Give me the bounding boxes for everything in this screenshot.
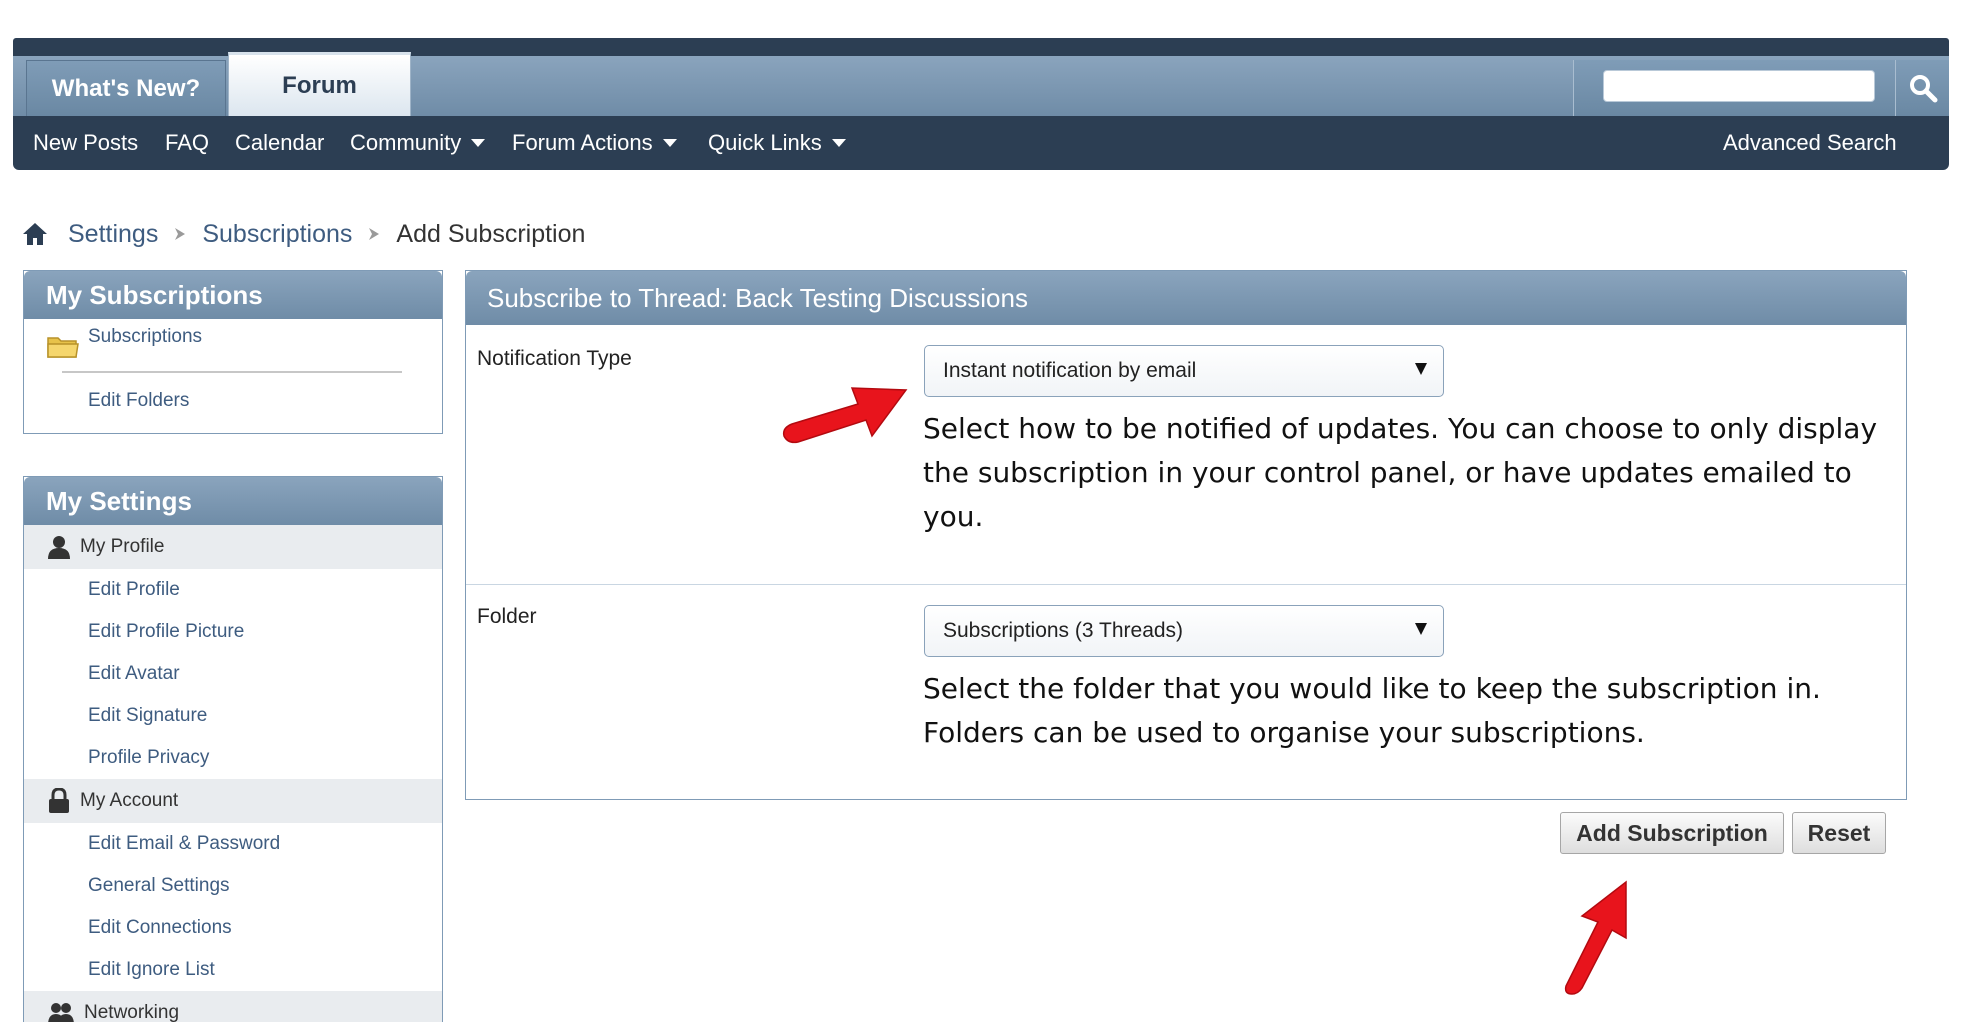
folder-help: Select the folder that you would like to… [923, 672, 1821, 749]
tab-forum[interactable]: Forum [228, 52, 411, 116]
sidebar-item-subscriptions[interactable]: Subscriptions [24, 319, 442, 367]
sidebar-item-edit-signature[interactable]: Edit Signature [24, 695, 442, 737]
red-arrow-annotation [1564, 880, 1627, 995]
folder-icon [46, 333, 80, 359]
sidebar-item-label: Subscriptions [88, 326, 203, 347]
lock-icon [48, 788, 70, 814]
sidebar-item-edit-profile-picture[interactable]: Edit Profile Picture [24, 611, 442, 653]
navbar-top: What's New? Forum [13, 38, 1949, 116]
notification-type-value: Instant notification by email [943, 359, 1197, 382]
sidebar-item-edit-email-password[interactable]: Edit Email & Password [24, 823, 442, 865]
dropdown-arrow-icon [1415, 363, 1427, 375]
sidebar-item-edit-folders[interactable]: Edit Folders [24, 373, 442, 429]
sidebar-my-settings: My Settings My Profile Edit Profile Edit… [23, 476, 443, 1022]
sidebar-item-profile-privacy[interactable]: Profile Privacy [24, 737, 442, 779]
red-arrow-annotation [782, 387, 908, 444]
dropdown-arrow-icon [1415, 623, 1427, 635]
tab-whats-new[interactable]: What's New? [26, 60, 226, 116]
sidebar-item-edit-avatar[interactable]: Edit Avatar [24, 653, 442, 695]
navbar-links: New Posts FAQ Calendar Community Forum A… [13, 116, 1949, 170]
panel-title: Subscribe to Thread: Back Testing Discus… [466, 271, 1906, 325]
breadcrumb-current: Add Subscription [396, 219, 586, 248]
home-icon[interactable] [22, 222, 48, 246]
folder-label: Folder [477, 605, 537, 628]
sidebar-group-label: Networking [84, 1002, 180, 1022]
sidebar-item-edit-connections[interactable]: Edit Connections [24, 907, 442, 949]
sidebar-group-label: My Profile [80, 536, 165, 557]
caret-down-icon [831, 139, 846, 147]
nav-faq[interactable]: FAQ [165, 116, 209, 170]
user-icon [48, 535, 70, 559]
sidebar-item-edit-profile[interactable]: Edit Profile [24, 569, 442, 611]
reset-button[interactable]: Reset [1792, 812, 1886, 854]
notification-type-row: Notification Type Instant notification b… [466, 325, 1906, 555]
nav-new-posts[interactable]: New Posts [33, 116, 138, 170]
folder-select[interactable]: Subscriptions (3 Threads) [924, 605, 1444, 657]
notification-type-help: Select how to be notified of updates. Yo… [923, 412, 1878, 533]
search-icon [1909, 75, 1937, 103]
search-button[interactable] [1895, 60, 1949, 116]
nav-quick-links-label: Quick Links [708, 130, 822, 155]
nav-calendar[interactable]: Calendar [235, 116, 324, 170]
nav-forum-actions-label: Forum Actions [512, 130, 653, 155]
breadcrumb-arrow-icon [366, 225, 382, 243]
search-input[interactable] [1603, 70, 1875, 102]
people-icon [48, 1001, 74, 1022]
breadcrumb-settings[interactable]: Settings [68, 220, 158, 249]
nav-quick-links[interactable]: Quick Links [708, 116, 846, 170]
folder-row: Folder Subscriptions (3 Threads) Select … [466, 585, 1906, 799]
nav-community[interactable]: Community [350, 116, 486, 170]
sidebar-subscriptions-title: My Subscriptions [24, 271, 442, 319]
breadcrumb-arrow-icon [172, 225, 188, 243]
breadcrumb-subscriptions[interactable]: Subscriptions [202, 220, 352, 249]
sidebar-group-networking[interactable]: Networking [24, 991, 442, 1022]
sidebar-group-my-profile[interactable]: My Profile [24, 525, 442, 569]
folder-value: Subscriptions (3 Threads) [943, 619, 1184, 642]
sidebar-settings-title: My Settings [24, 477, 442, 525]
nav-community-label: Community [350, 130, 462, 155]
navbar: What's New? Forum New Posts FAQ Calendar… [13, 38, 1949, 170]
breadcrumb: Settings Subscriptions Add Subscription [22, 218, 585, 250]
caret-down-icon [471, 139, 486, 147]
nav-forum-actions[interactable]: Forum Actions [512, 116, 677, 170]
add-subscription-button[interactable]: Add Subscription [1560, 812, 1784, 854]
caret-down-icon [662, 139, 677, 147]
notification-type-label: Notification Type [477, 347, 632, 370]
notification-type-select[interactable]: Instant notification by email [924, 345, 1444, 397]
subscription-form-panel: Subscribe to Thread: Back Testing Discus… [465, 270, 1907, 800]
sidebar-group-my-account[interactable]: My Account [24, 779, 442, 823]
sidebar-my-subscriptions: My Subscriptions Subscriptions Edit Fold… [23, 270, 443, 434]
nav-advanced-search[interactable]: Advanced Search [1723, 116, 1897, 170]
sidebar-item-general-settings[interactable]: General Settings [24, 865, 442, 907]
sidebar-item-edit-ignore-list[interactable]: Edit Ignore List [24, 949, 442, 991]
sidebar-group-label: My Account [80, 790, 179, 811]
